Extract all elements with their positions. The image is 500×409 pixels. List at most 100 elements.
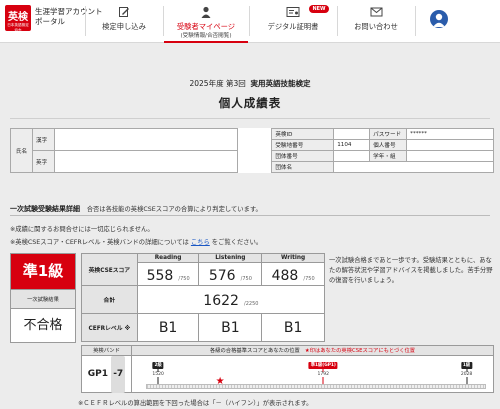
reading-score: 558 /750 [136,262,200,286]
band-marker-label: 1級 [460,362,473,369]
examinee-info-table: 氏名 漢字 英検ID パスワード ****** 受験地番号 1104 個人番号 … [10,128,494,173]
details-note-text: ※英検CSEスコア・CEFRレベル・英検バンドの詳細については [10,239,189,246]
nav-label: 受験者マイページ [176,22,236,31]
reading-header: Reading [136,253,200,263]
mail-icon [338,6,414,18]
advice-text: 一次試験合格まであと一歩です。受験結果とともに、あなたの解答状況や学習アドバイス… [329,257,493,285]
nav-item-contact[interactable]: お問い合わせ [338,0,414,43]
inquiry-note: ※成績に関するお問合せには一切応じられません。 [10,226,154,233]
details-note-suffix: をご覧ください。 [211,239,263,246]
reading-cefr: B1 [136,313,200,342]
total-score-max: /2250 [244,301,259,307]
group-name-value [333,161,494,173]
total-score: 1622 /2250 [136,285,326,314]
personal-number-label: 個人番号 [369,139,408,151]
nav-item-mypage[interactable]: 受験者マイページ (受験情報/合否閲覧) [164,0,248,43]
band-header-text: 各級の合格基準スコアとあなたの位置 [209,348,300,354]
nav-label: 検定申し込み [102,22,146,31]
band-value-diff: -7 [111,356,126,393]
band-header-note: ★印はあなたの英検CSEスコアにもとづく位置 [304,348,416,354]
nav-label: お問い合わせ [354,22,398,31]
exam-year-round: 2025年度 第3回 [189,79,246,88]
group-number-value [333,150,371,162]
nav-sublabel: (受験情報/合否閲覧) [180,33,232,39]
section-subtitle: 合否は各技能の英検CSEスコアの合算により判定しています。 [86,206,262,213]
group-name-label: 団体名 [271,161,335,173]
edit-icon [86,6,162,18]
writing-score-value: 488 [271,267,299,284]
account-avatar-icon[interactable] [430,10,448,28]
grade-badge: 準1級 [11,254,75,289]
cefr-label-mark: ※ [124,326,131,332]
kanji-label: 漢字 [31,128,55,151]
grade-year-value [406,150,494,162]
eiji-name-value [53,150,239,173]
eiken-id-label: 英検ID [271,128,335,140]
eiken-band-panel: 英検バンド 各級の合格基準スコアとあなたの位置 ★印はあなたの英検CSEスコアに… [81,345,494,393]
exam-heading: 2025年度 第3回 実用英語技能検定 [0,78,500,89]
personal-number-value [406,139,494,151]
score-table: 英検CSEスコア Reading Listening Writing 558 /… [81,253,326,342]
band-header: 各級の合格基準スコアとあなたの位置 ★印はあなたの英検CSEスコアにもとづく位置 [132,346,493,356]
result-panel: 準1級 一次試験結果 不合格 [10,253,76,343]
name-label: 氏名 [10,128,33,173]
password-label: パスワード [369,128,408,140]
exam-number-label: 受験地番号 [271,139,335,151]
site-header: 英検 日本英語検定協会 生涯学習アカウント ポータル 検定申し込み 受験者マイペ… [0,0,500,43]
password-value: ****** [406,128,494,140]
writing-header: Writing [261,253,325,263]
band-scale-track [146,384,486,389]
cefr-footnote: ※ＣＥＦＲレベルの算出範囲を下回った場合は「－（ハイフン）」が表示されます。 [78,400,313,407]
group-number-label: 団体番号 [271,150,335,162]
result-label: 一次試験結果 [11,289,75,309]
total-label: 合計 [81,285,138,314]
exam-name: 実用英語技能検定 [250,79,311,88]
band-marker-score: 2028 [459,372,474,377]
band-label: 英検バンド [82,346,132,356]
result-value: 不合格 [23,318,63,333]
nav-divider [415,6,416,36]
listening-cefr: B1 [198,313,263,342]
band-value: GP1 -7 [82,356,132,393]
section-title: 一次試験受験結果詳細 [10,205,80,213]
writing-score-max: /750 [303,275,315,282]
grade-year-label: 学年・組 [369,150,408,162]
reading-score-max: /750 [178,275,190,282]
band-value-prefix: GP1 [87,369,109,379]
page-title: 個人成績表 [218,96,282,110]
your-position-star-icon: ★ [215,376,225,387]
band-marker-label: 準1級(GP1) [308,362,338,369]
nav-item-digital-certificate[interactable]: デジタル証明書 [250,0,336,43]
total-score-value: 1622 [203,293,239,309]
listening-score-value: 576 [208,267,236,284]
section-heading: 一次試験受験結果詳細 合否は各技能の英検CSEスコアの合算により判定しています。 [10,204,262,214]
band-marker-label: 2級 [152,362,164,369]
cefr-label-text: CEFRレベル [88,326,123,332]
writing-cefr: B1 [261,313,325,342]
kanji-name-value [53,128,239,151]
certificate-icon [250,6,336,18]
eiken-id-value [333,128,371,140]
logo-text: 英検 [8,12,28,23]
eiji-label: 英字 [31,150,55,173]
band-marker-score: 1792 [316,372,331,377]
band-marker-score: 1520 [151,372,165,377]
details-note: ※英検CSEスコア・CEFRレベル・英検バンドの詳細については こちら をご覧く… [10,237,262,246]
writing-score: 488 /750 [261,262,325,286]
reading-score-value: 558 [146,267,174,284]
cse-score-label: 英検CSEスコア [81,253,138,286]
nav-label: デジタル証明書 [267,22,319,31]
nav-item-application[interactable]: 検定申し込み [86,0,162,43]
listening-score: 576 /750 [198,262,263,286]
listening-score-max: /750 [240,275,252,282]
logo-subtext: 日本英語検定協会 [7,22,29,33]
section-divider [10,215,490,216]
person-icon [164,6,248,18]
details-link[interactable]: こちら [191,239,210,246]
spacer-cell [238,129,272,173]
cefr-label: CEFRレベル ※ [81,313,138,342]
listening-header: Listening [198,253,263,263]
title-divider [10,118,490,119]
eiken-logo[interactable]: 英検 日本英語検定協会 [5,5,31,33]
exam-number-value: 1104 [333,139,371,151]
